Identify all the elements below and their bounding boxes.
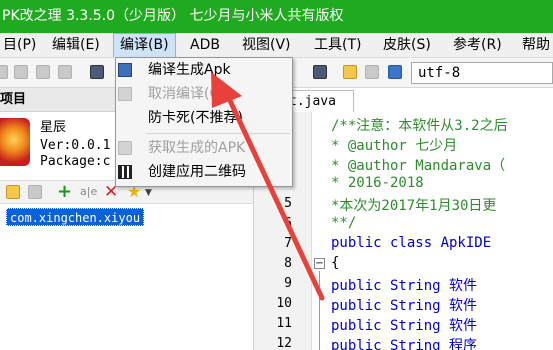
app-window: PK改之理 3.3.5.0（少月版） 七少月与小米人共有版权 目(P) 编辑(E… [0, 0, 553, 350]
menu-project[interactable]: 目(P) [0, 33, 42, 57]
code-editor[interactable]: t.java 1 2 3 4 5 6 7 8 9 10 11 12 − /**注… [253, 88, 553, 350]
line-number: 6 [284, 216, 292, 231]
line-number: 12 [276, 336, 292, 350]
code-line: public String 软件 [331, 318, 478, 334]
document-icon[interactable] [365, 65, 379, 79]
code-line: * @author Mandarava（ [331, 158, 506, 174]
line-number: 8 [284, 256, 292, 271]
code-line: * 2016-2018 [331, 175, 424, 191]
menu-bar: 目(P) 编辑(E) 编译(B) ADB 视图(V) 工具(T) 皮肤(S) 参… [0, 33, 553, 58]
menu-help[interactable]: 帮助 [516, 33, 553, 57]
rename-icon[interactable]: a|e [80, 184, 97, 200]
menu-tools[interactable]: 工具(T) [308, 33, 367, 57]
add-icon[interactable]: + [57, 182, 72, 202]
build-icon [118, 63, 132, 77]
folder-icon [118, 141, 132, 155]
menu-reference[interactable]: 参考(R) [447, 33, 508, 57]
tab-java-file[interactable]: t.java [284, 90, 354, 112]
code-line: { [331, 255, 340, 271]
menu-item-label: 编译生成Apk [148, 62, 231, 78]
copy-icon[interactable] [14, 65, 28, 79]
menu-item-label: 获取生成的APK [148, 140, 246, 156]
encoding-select[interactable]: utf-8 [411, 62, 553, 84]
save-icon[interactable] [90, 65, 104, 79]
line-number: 10 [276, 296, 292, 311]
code-line: public String 软件 [331, 298, 478, 314]
cancel-icon [118, 87, 132, 101]
menu-edit[interactable]: 编辑(E) [46, 33, 106, 57]
menu-item-cancel-compile[interactable]: 取消编译(C [116, 83, 292, 105]
jump-icon[interactable] [388, 65, 402, 79]
qr-code-icon [118, 165, 132, 179]
menu-item-label: 防卡死(不推荐) [148, 110, 243, 126]
app-package: Package:c [40, 154, 111, 169]
package-tree-item[interactable]: com.xingchen.xiyou [6, 208, 145, 226]
compile-menu-dropdown: 编译生成Apk 取消编译(C 防卡死(不推荐) 获取生成的APK 创建应用二维码 [115, 57, 293, 187]
code-line: public String 程序 [331, 338, 478, 350]
code-line: public String 软件 [331, 278, 478, 294]
menu-item-qr-code[interactable]: 创建应用二维码 [116, 161, 292, 183]
line-number: 7 [284, 236, 292, 251]
menu-separator [146, 133, 290, 134]
fold-guide [319, 271, 320, 350]
menu-view[interactable]: 视图(V) [236, 33, 297, 57]
menu-item-build-apk[interactable]: 编译生成Apk [116, 59, 292, 81]
refresh-icon[interactable] [28, 185, 42, 199]
menu-item-label: 取消编译(C [148, 86, 220, 102]
menu-skin[interactable]: 皮肤(S) [377, 33, 437, 57]
app-name: 星辰 [40, 120, 67, 135]
menu-item-get-apk[interactable]: 获取生成的APK [116, 137, 292, 159]
folder-icon[interactable] [6, 185, 20, 199]
delete-icon[interactable] [58, 65, 72, 79]
line-number: 5 [284, 196, 292, 211]
menu-compile[interactable]: 编译(B) [113, 33, 176, 57]
code-line: *本次为2017年1月30日更 [331, 198, 497, 214]
menu-item-label: 创建应用二维码 [148, 164, 246, 180]
line-number: 9 [284, 276, 292, 291]
package-tree: com.xingchen.xiyou [0, 205, 253, 350]
menu-item-anti-freeze[interactable]: 防卡死(不推荐) [116, 107, 292, 129]
code-line: /**注意：本软件从3.2之后 [331, 118, 508, 134]
open-folder-icon[interactable] [343, 65, 357, 79]
code-line: * @author 七少月 [331, 138, 458, 154]
code-line: **/ [331, 215, 357, 231]
fold-toggle-icon[interactable]: − [314, 258, 325, 269]
line-number: 11 [276, 316, 292, 331]
chevron-down-icon[interactable]: ▼ [145, 185, 152, 201]
app-version: Ver:0.0.1 [40, 138, 111, 153]
paste-icon[interactable] [36, 65, 50, 79]
title-bar: PK改之理 3.3.5.0（少月版） 七少月与小米人共有版权 [0, 0, 553, 33]
app-icon [0, 118, 30, 166]
edit-icon[interactable] [0, 65, 8, 79]
find-icon[interactable] [313, 65, 327, 79]
code-line: public class ApkIDE [331, 235, 492, 251]
menu-adb[interactable]: ADB [184, 33, 226, 57]
